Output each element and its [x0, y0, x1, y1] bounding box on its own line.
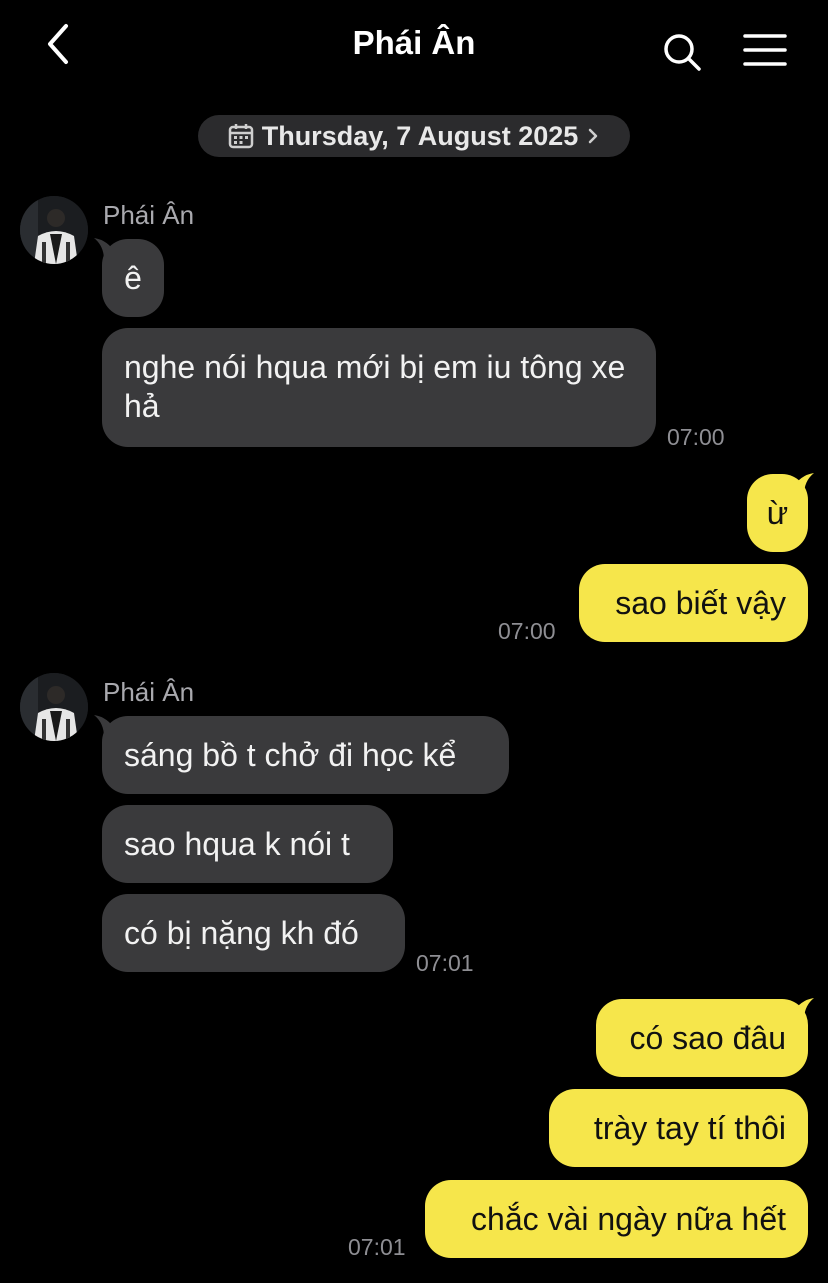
menu-button[interactable]	[742, 30, 788, 70]
message-timestamp: 07:01	[416, 950, 474, 976]
avatar[interactable]	[20, 196, 88, 264]
sender-name: Phái Ân	[103, 200, 195, 230]
search-icon	[664, 34, 701, 71]
chevron-right-icon	[589, 128, 598, 144]
avatar[interactable]	[20, 673, 88, 741]
message-bubble[interactable]: ê	[102, 239, 164, 317]
message-bubble[interactable]: sáng bồ t chở đi học kể	[102, 716, 509, 794]
avatar-photo	[20, 673, 88, 741]
message-bubble[interactable]: chắc vài ngày nữa hết	[425, 1180, 808, 1258]
date-label: Thursday, 7 August 2025	[261, 120, 579, 151]
message-bubble[interactable]: sao hqua k nói t	[102, 805, 393, 883]
hamburger-menu-icon	[743, 34, 787, 66]
message-bubble[interactable]: nghe nói hqua mới bị em iu tông xe hả	[102, 328, 656, 447]
avatar-photo	[20, 196, 88, 264]
message-timestamp: 07:00	[667, 424, 725, 450]
message-bubble[interactable]: trày tay tí thôi	[549, 1089, 808, 1167]
message-bubble[interactable]: ừ	[747, 474, 808, 552]
message-timestamp: 07:00	[498, 618, 556, 644]
message-bubble[interactable]: sao biết vậy	[579, 564, 808, 642]
sender-name: Phái Ân	[103, 677, 195, 707]
message-bubble[interactable]: có sao đâu	[596, 999, 808, 1077]
message-timestamp: 07:01	[348, 1234, 406, 1260]
date-selector[interactable]: Thursday, 7 August 2025	[198, 115, 630, 157]
message-bubble[interactable]: có bị nặng kh đó	[102, 894, 405, 972]
calendar-icon	[228, 124, 253, 149]
search-button[interactable]	[660, 30, 704, 74]
